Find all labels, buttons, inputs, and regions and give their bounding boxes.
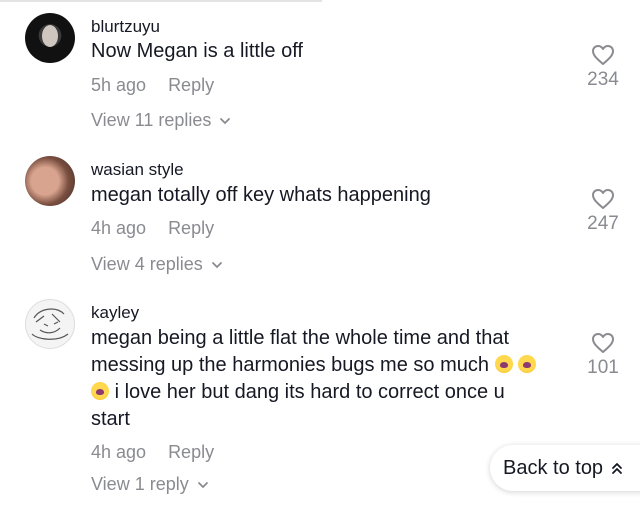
comment-time: 4h ago <box>91 442 147 462</box>
view-replies-button[interactable]: View 11 replies <box>91 110 231 131</box>
view-replies-label: View 4 replies <box>91 254 203 274</box>
comment-meta: 5h ago Reply <box>91 75 214 96</box>
comment-username[interactable]: wasian style <box>91 160 184 180</box>
sketch-portrait <box>31 308 69 340</box>
back-to-top-label: Back to top <box>503 456 604 479</box>
comment-text: Now Megan is a little off <box>91 40 303 62</box>
crying-face-emoji <box>91 382 109 400</box>
comment-time: 5h ago <box>91 75 147 95</box>
back-to-top-button[interactable]: Back to top <box>490 445 640 491</box>
comment-username[interactable]: blurtzuyu <box>91 17 160 37</box>
comment-text: megan being a little flat the whole time… <box>91 325 537 433</box>
view-replies-button[interactable]: View 4 replies <box>91 254 223 275</box>
divider <box>0 0 322 2</box>
reply-button[interactable]: Reply <box>168 218 214 238</box>
chevron-down-icon <box>211 261 222 268</box>
comment-text-line: messing up the harmonies bugs me so much <box>91 352 537 379</box>
comment-time: 4h ago <box>91 218 147 238</box>
like-button[interactable]: 247 <box>576 188 630 235</box>
view-replies-label: View 1 reply <box>91 474 189 494</box>
reply-button[interactable]: Reply <box>168 442 214 462</box>
heart-outline-icon <box>592 333 614 353</box>
like-count: 247 <box>587 213 619 234</box>
like-button[interactable]: 234 <box>576 44 630 91</box>
comment-text-line: megan being a little flat the whole time… <box>91 327 510 349</box>
like-count: 101 <box>587 357 619 378</box>
comment-username[interactable]: kayley <box>91 303 139 323</box>
double-chevron-up-icon <box>612 463 622 474</box>
avatar[interactable] <box>25 299 75 349</box>
comment-meta: 4h ago Reply <box>91 218 214 239</box>
comment-text-line: start <box>91 408 130 430</box>
view-replies-button[interactable]: View 1 reply <box>91 474 209 495</box>
like-button[interactable]: 101 <box>576 332 630 379</box>
crying-face-emoji <box>518 355 537 373</box>
like-count: 234 <box>587 69 619 90</box>
avatar[interactable] <box>25 156 75 206</box>
view-replies-label: View 11 replies <box>91 110 212 130</box>
chevron-down-icon <box>197 481 208 488</box>
comment-text-line: i love her but dang its hard to correct … <box>91 379 536 406</box>
comment-meta: 4h ago Reply <box>91 442 214 463</box>
avatar[interactable] <box>25 13 75 63</box>
comment-text: megan totally off key whats happening <box>91 184 431 206</box>
heart-outline-icon <box>592 45 614 65</box>
crying-face-emoji <box>494 355 513 373</box>
heart-outline-icon <box>592 189 614 209</box>
reply-button[interactable]: Reply <box>168 75 214 95</box>
chevron-down-icon <box>220 117 231 124</box>
